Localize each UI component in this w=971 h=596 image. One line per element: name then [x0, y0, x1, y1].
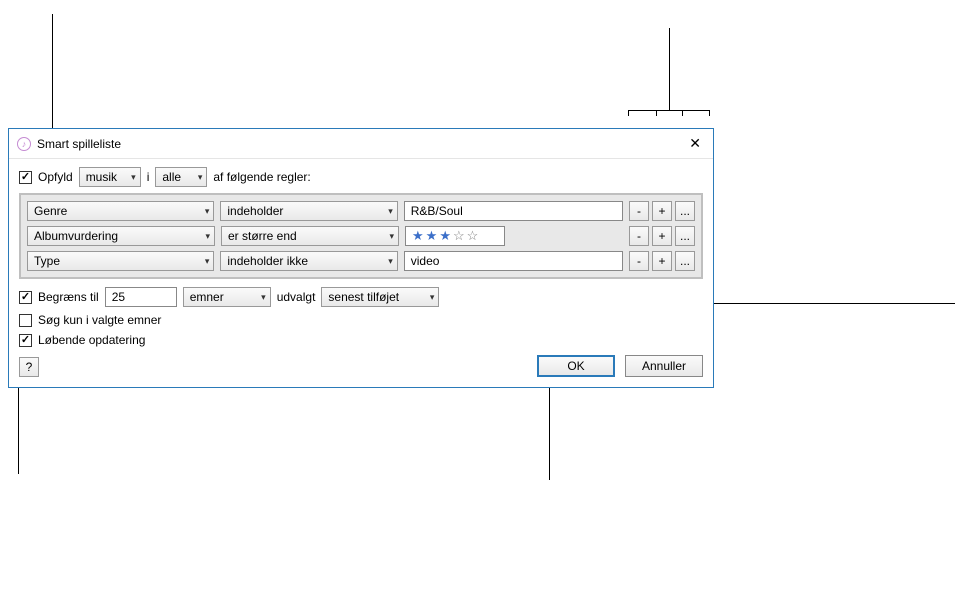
rule-value-text: R&B/Soul — [411, 204, 463, 218]
rule-buttons: - + ... — [629, 226, 695, 246]
rule-value-text: video — [411, 254, 440, 268]
help-button[interactable]: ? — [19, 357, 39, 377]
app-icon: ♪ — [17, 137, 31, 151]
rule-field-value: Type — [34, 254, 60, 268]
add-rule-button[interactable]: + — [652, 251, 672, 271]
rule-row: Genre ▾ indeholder ▾ R&B/Soul - + ... — [27, 201, 695, 221]
remove-rule-button[interactable]: - — [629, 251, 649, 271]
match-row: Opfyld musik ▾ i alle ▾ af følgende regl… — [19, 167, 703, 187]
close-icon[interactable]: ✕ — [685, 135, 705, 152]
limit-sort-select[interactable]: senest tilføjet ▾ — [321, 287, 439, 307]
rule-field-select[interactable]: Type ▾ — [27, 251, 214, 271]
dialog-buttons: OK Annuller — [537, 355, 703, 377]
limit-sort-value: senest tilføjet — [328, 290, 399, 304]
chevron-down-icon: ▾ — [430, 292, 435, 303]
live-update-checkbox[interactable] — [19, 334, 32, 347]
match-checkbox[interactable] — [19, 171, 32, 184]
callout-bracket — [628, 110, 710, 116]
chevron-down-icon: ▾ — [205, 206, 210, 217]
limit-value-input[interactable]: 25 — [105, 287, 177, 307]
chevron-down-icon: ▾ — [205, 231, 210, 242]
chevron-down-icon: ▾ — [205, 256, 210, 267]
chevron-down-icon: ▾ — [131, 172, 136, 183]
more-rule-button[interactable]: ... — [675, 226, 695, 246]
match-middle-word: i — [147, 170, 150, 184]
scope-select[interactable]: alle ▾ — [155, 167, 207, 187]
remove-rule-button[interactable]: - — [629, 226, 649, 246]
rule-value-input[interactable]: video — [404, 251, 623, 271]
rule-field-select[interactable]: Albumvurdering ▾ — [27, 226, 215, 246]
rule-row: Albumvurdering ▾ er større end ▾ ★ ★ ★ ☆… — [27, 226, 695, 246]
more-rule-button[interactable]: ... — [675, 201, 695, 221]
limit-units-value: emner — [190, 290, 224, 304]
rule-value-input[interactable]: R&B/Soul — [404, 201, 623, 221]
rule-buttons: - + ... — [629, 251, 695, 271]
limit-value-text: 25 — [112, 290, 125, 304]
rule-buttons: - + ... — [629, 201, 695, 221]
rule-value-stars[interactable]: ★ ★ ★ ☆ ☆ — [405, 226, 505, 246]
chevron-down-icon: ▾ — [389, 231, 394, 242]
callout-line — [669, 28, 670, 110]
limit-label: Begræns til — [38, 290, 99, 304]
rule-op-select[interactable]: er større end ▾ — [221, 226, 399, 246]
smart-playlist-dialog: ♪ Smart spilleliste ✕ Opfyld musik ▾ i a… — [8, 128, 714, 388]
rules-panel: Genre ▾ indeholder ▾ R&B/Soul - + ... — [19, 193, 703, 279]
live-update-row: Løbende opdatering — [19, 333, 703, 347]
rule-op-value: indeholder ikke — [227, 254, 308, 268]
live-update-label: Løbende opdatering — [38, 333, 145, 347]
limit-checkbox[interactable] — [19, 291, 32, 304]
star-icon: ★ — [412, 228, 424, 244]
rule-op-select[interactable]: indeholder ikke ▾ — [220, 251, 397, 271]
add-rule-button[interactable]: + — [652, 201, 672, 221]
star-outline-icon: ☆ — [467, 228, 479, 244]
media-select[interactable]: musik ▾ — [79, 167, 141, 187]
match-label: Opfyld — [38, 170, 73, 184]
chevron-down-icon: ▾ — [261, 292, 266, 303]
rule-op-value: indeholder — [227, 204, 283, 218]
cancel-button[interactable]: Annuller — [625, 355, 703, 377]
only-checked-checkbox[interactable] — [19, 314, 32, 327]
dialog-content: Opfyld musik ▾ i alle ▾ af følgende regl… — [9, 159, 713, 387]
remove-rule-button[interactable]: - — [629, 201, 649, 221]
rule-row: Type ▾ indeholder ikke ▾ video - + ... — [27, 251, 695, 271]
limit-middle-word: udvalgt — [277, 290, 316, 304]
star-icon: ★ — [439, 228, 451, 244]
footer-row: ? OK Annuller — [19, 353, 703, 377]
chevron-down-icon: ▾ — [198, 172, 203, 183]
scope-select-value: alle — [162, 170, 181, 184]
only-checked-row: Søg kun i valgte emner — [19, 313, 703, 327]
limit-units-select[interactable]: emner ▾ — [183, 287, 271, 307]
titlebar: ♪ Smart spilleliste ✕ — [9, 129, 713, 159]
more-rule-button[interactable]: ... — [675, 251, 695, 271]
match-suffix: af følgende regler: — [213, 170, 310, 184]
star-outline-icon: ☆ — [453, 228, 465, 244]
chevron-down-icon: ▾ — [388, 206, 393, 217]
chevron-down-icon: ▾ — [388, 256, 393, 267]
only-checked-label: Søg kun i valgte emner — [38, 313, 161, 327]
rule-field-select[interactable]: Genre ▾ — [27, 201, 214, 221]
star-icon: ★ — [426, 228, 438, 244]
media-select-value: musik — [86, 170, 117, 184]
rule-op-value: er større end — [228, 229, 297, 243]
limit-row: Begræns til 25 emner ▾ udvalgt senest ti… — [19, 287, 703, 307]
rule-field-value: Albumvurdering — [34, 229, 118, 243]
rule-op-select[interactable]: indeholder ▾ — [220, 201, 397, 221]
ok-button[interactable]: OK — [537, 355, 615, 377]
add-rule-button[interactable]: + — [652, 226, 672, 246]
window-title: Smart spilleliste — [37, 137, 685, 151]
rule-field-value: Genre — [34, 204, 67, 218]
